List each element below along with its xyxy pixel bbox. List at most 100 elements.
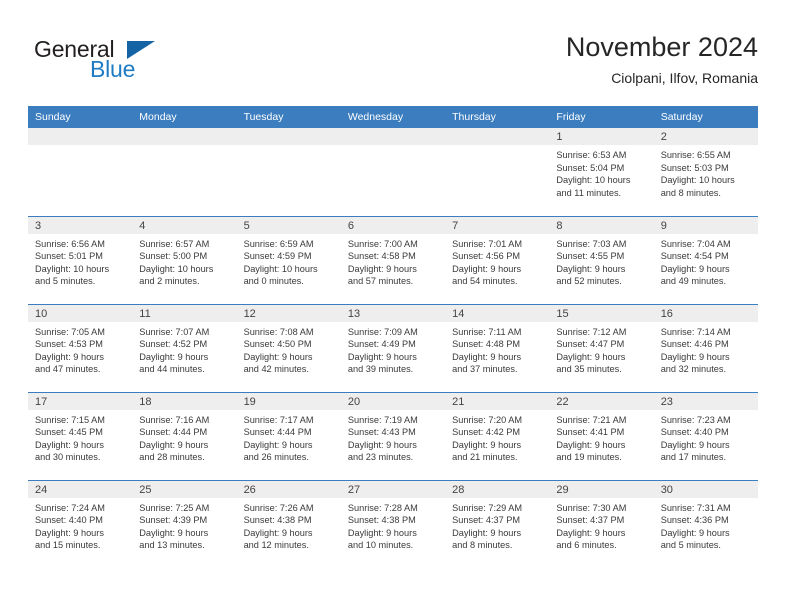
- calendar-day-cell[interactable]: 18 Sunrise: 7:16 AM Sunset: 4:44 PM Dayligh…: [132, 391, 237, 480]
- day-info-line: and 6 minutes.: [556, 540, 617, 551]
- day-info-line: and 57 minutes.: [347, 276, 414, 287]
- weekday-header-saturday: Saturday: [653, 106, 758, 128]
- day-info-line: and 37 minutes.: [452, 364, 518, 375]
- calendar-day-cell[interactable]: 29 Sunrise: 7:30 AM Sunset: 4:37 PM Dayligh…: [549, 479, 654, 568]
- calendar-week-row: 24 Sunrise: 7:24 AM Sunset: 4:40 PM Dayligh…: [28, 479, 758, 568]
- day-info-line: Daylight: 9 hours: [35, 527, 104, 538]
- day-sun-info: Sunrise: 7:04 AM Sunset: 4:54 PM Daylight:…: [654, 234, 758, 288]
- calendar-day-cell[interactable]: 17 Sunrise: 7:15 AM Sunset: 4:45 PM Dayligh…: [28, 391, 133, 480]
- calendar-day-cell[interactable]: 8 Sunrise: 7:03 AM Sunset: 4:55 PM Daylight…: [549, 215, 654, 304]
- day-sun-info: Sunrise: 7:25 AM Sunset: 4:39 PM Daylight:…: [132, 498, 236, 552]
- day-info-line: Sunrise: 6:57 AM: [139, 238, 210, 249]
- calendar-day-cell[interactable]: 9 Sunrise: 7:04 AM Sunset: 4:54 PM Daylight…: [653, 215, 758, 304]
- calendar-cell-empty: [28, 128, 133, 216]
- calendar-cell-empty: [132, 128, 237, 216]
- calendar-day-cell[interactable]: 20 Sunrise: 7:19 AM Sunset: 4:43 PM Dayligh…: [340, 391, 446, 480]
- day-number: 12: [236, 304, 341, 322]
- day-info-line: Sunset: 4:56 PM: [452, 251, 521, 262]
- day-info-line: Sunset: 4:37 PM: [556, 515, 625, 526]
- day-info-line: Sunrise: 7:09 AM: [347, 326, 418, 337]
- calendar-day-cell[interactable]: 26 Sunrise: 7:26 AM Sunset: 4:38 PM Dayligh…: [236, 479, 341, 568]
- calendar-day-cell[interactable]: 23 Sunrise: 7:23 AM Sunset: 4:40 PM Dayligh…: [653, 391, 758, 480]
- day-info-line: Sunrise: 7:20 AM: [452, 414, 523, 425]
- day-number: 19: [236, 392, 341, 410]
- calendar-day-cell[interactable]: 14 Sunrise: 7:11 AM Sunset: 4:48 PM Dayligh…: [445, 303, 550, 392]
- calendar-day-cell[interactable]: 30 Sunrise: 7:31 AM Sunset: 4:36 PM Dayligh…: [653, 479, 758, 568]
- day-number: 22: [549, 392, 654, 410]
- day-info-line: Sunrise: 7:11 AM: [452, 326, 522, 337]
- calendar-day-cell[interactable]: 12 Sunrise: 7:08 AM Sunset: 4:50 PM Dayligh…: [236, 303, 341, 392]
- calendar-day-cell[interactable]: 21 Sunrise: 7:20 AM Sunset: 4:42 PM Dayligh…: [445, 391, 550, 480]
- calendar-cell-empty: [340, 128, 446, 216]
- day-info-line: Sunrise: 7:15 AM: [35, 414, 105, 425]
- day-sun-info: Sunrise: 7:30 AM Sunset: 4:37 PM Daylight:…: [549, 498, 653, 552]
- day-info-line: and 39 minutes.: [347, 364, 414, 375]
- calendar-day-cell[interactable]: 25 Sunrise: 7:25 AM Sunset: 4:39 PM Dayligh…: [132, 479, 237, 568]
- day-info-line: and 47 minutes.: [35, 364, 101, 375]
- calendar-day-cell[interactable]: 22 Sunrise: 7:21 AM Sunset: 4:41 PM Dayligh…: [549, 391, 654, 480]
- calendar-day-cell[interactable]: 16 Sunrise: 7:14 AM Sunset: 4:46 PM Dayligh…: [653, 303, 758, 392]
- day-number: 9: [653, 216, 758, 234]
- page-header: General Blue November 2024 Ciolpani, Ilf…: [0, 0, 792, 100]
- calendar-day-cell[interactable]: 28 Sunrise: 7:29 AM Sunset: 4:37 PM Dayligh…: [445, 479, 550, 568]
- calendar-page: General Blue November 2024 Ciolpani, Ilf…: [0, 0, 792, 612]
- calendar-day-cell[interactable]: 24 Sunrise: 7:24 AM Sunset: 4:40 PM Dayligh…: [28, 479, 133, 568]
- day-sun-info: Sunrise: 7:08 AM Sunset: 4:50 PM Daylight:…: [237, 322, 341, 376]
- day-info-line: Sunset: 4:55 PM: [556, 251, 625, 262]
- day-number: [132, 128, 237, 145]
- day-number: 28: [445, 480, 550, 498]
- day-number: 20: [340, 392, 446, 410]
- day-info-line: and 17 minutes.: [660, 452, 727, 463]
- day-info-line: and 52 minutes.: [556, 276, 622, 287]
- page-subtitle-location: Ciolpani, Ilfov, Romania: [611, 70, 758, 86]
- day-number: 27: [340, 480, 446, 498]
- day-info-line: Sunset: 5:01 PM: [35, 251, 103, 262]
- calendar-day-cell[interactable]: 1 Sunrise: 6:53 AM Sunset: 5:04 PM Daylight…: [549, 128, 654, 216]
- day-info-line: Daylight: 9 hours: [243, 527, 313, 538]
- page-title: November 2024: [565, 32, 758, 62]
- day-info-line: Sunset: 4:49 PM: [347, 339, 416, 350]
- calendar-day-cell[interactable]: 3 Sunrise: 6:56 AM Sunset: 5:01 PM Daylight…: [28, 215, 133, 304]
- calendar-day-cell[interactable]: 15 Sunrise: 7:12 AM Sunset: 4:47 PM Dayligh…: [549, 303, 654, 392]
- calendar-day-cell[interactable]: 4 Sunrise: 6:57 AM Sunset: 5:00 PM Daylight…: [132, 215, 237, 304]
- day-number: 26: [236, 480, 341, 498]
- calendar-day-cell[interactable]: 19 Sunrise: 7:17 AM Sunset: 4:44 PM Dayligh…: [236, 391, 341, 480]
- calendar-day-cell[interactable]: 13 Sunrise: 7:09 AM Sunset: 4:49 PM Dayligh…: [340, 303, 446, 392]
- day-info-line: and 23 minutes.: [347, 452, 414, 463]
- day-info-line: Sunrise: 7:31 AM: [660, 502, 731, 513]
- day-info-line: and 21 minutes.: [452, 452, 518, 463]
- day-sun-info: Sunrise: 7:01 AM Sunset: 4:56 PM Daylight:…: [445, 234, 549, 288]
- calendar-day-cell[interactable]: 2 Sunrise: 6:55 AM Sunset: 5:03 PM Daylight…: [653, 128, 758, 216]
- day-sun-info: Sunrise: 6:56 AM Sunset: 5:01 PM Daylight:…: [28, 234, 132, 288]
- day-sun-info: Sunrise: 7:17 AM Sunset: 4:44 PM Daylight:…: [237, 410, 341, 464]
- day-info-line: and 19 minutes.: [556, 452, 622, 463]
- day-info-line: Daylight: 9 hours: [347, 263, 417, 274]
- calendar-day-cell[interactable]: 7 Sunrise: 7:01 AM Sunset: 4:56 PM Daylight…: [445, 215, 550, 304]
- day-number: 4: [132, 216, 237, 234]
- day-number: 3: [28, 216, 133, 234]
- general-blue-logo[interactable]: General Blue: [34, 36, 264, 88]
- day-info-line: Sunrise: 7:04 AM: [660, 238, 731, 249]
- calendar-week-row: 10 Sunrise: 7:05 AM Sunset: 4:53 PM Dayligh…: [28, 303, 758, 392]
- day-info-line: Daylight: 9 hours: [556, 351, 626, 362]
- day-sun-info: Sunrise: 7:07 AM Sunset: 4:52 PM Daylight:…: [132, 322, 236, 376]
- day-info-line: and 26 minutes.: [243, 452, 309, 463]
- day-info-line: and 0 minutes.: [243, 276, 304, 287]
- day-info-line: Daylight: 10 hours: [556, 175, 631, 186]
- calendar-day-cell[interactable]: 27 Sunrise: 7:28 AM Sunset: 4:38 PM Dayligh…: [340, 479, 446, 568]
- day-info-line: Sunrise: 7:08 AM: [243, 326, 314, 337]
- day-info-line: Daylight: 9 hours: [243, 351, 313, 362]
- calendar-day-cell[interactable]: 6 Sunrise: 7:00 AM Sunset: 4:58 PM Daylight…: [340, 215, 446, 304]
- day-sun-info: Sunrise: 7:21 AM Sunset: 4:41 PM Daylight:…: [549, 410, 653, 464]
- day-info-line: Sunrise: 6:53 AM: [556, 150, 627, 160]
- day-info-line: Sunset: 4:45 PM: [35, 427, 103, 438]
- day-info-line: Sunrise: 7:23 AM: [660, 414, 731, 425]
- day-sun-info: Sunrise: 7:15 AM Sunset: 4:45 PM Daylight:…: [28, 410, 132, 464]
- day-info-line: Sunset: 5:03 PM: [660, 162, 729, 173]
- calendar-day-cell[interactable]: 5 Sunrise: 6:59 AM Sunset: 4:59 PM Daylight…: [236, 215, 341, 304]
- day-info-line: Sunset: 4:42 PM: [452, 427, 521, 438]
- calendar-day-cell[interactable]: 11 Sunrise: 7:07 AM Sunset: 4:52 PM Dayligh…: [132, 303, 237, 392]
- day-number: 18: [132, 392, 237, 410]
- calendar-day-cell[interactable]: 10 Sunrise: 7:05 AM Sunset: 4:53 PM Dayligh…: [28, 303, 133, 392]
- day-number: 16: [653, 304, 758, 322]
